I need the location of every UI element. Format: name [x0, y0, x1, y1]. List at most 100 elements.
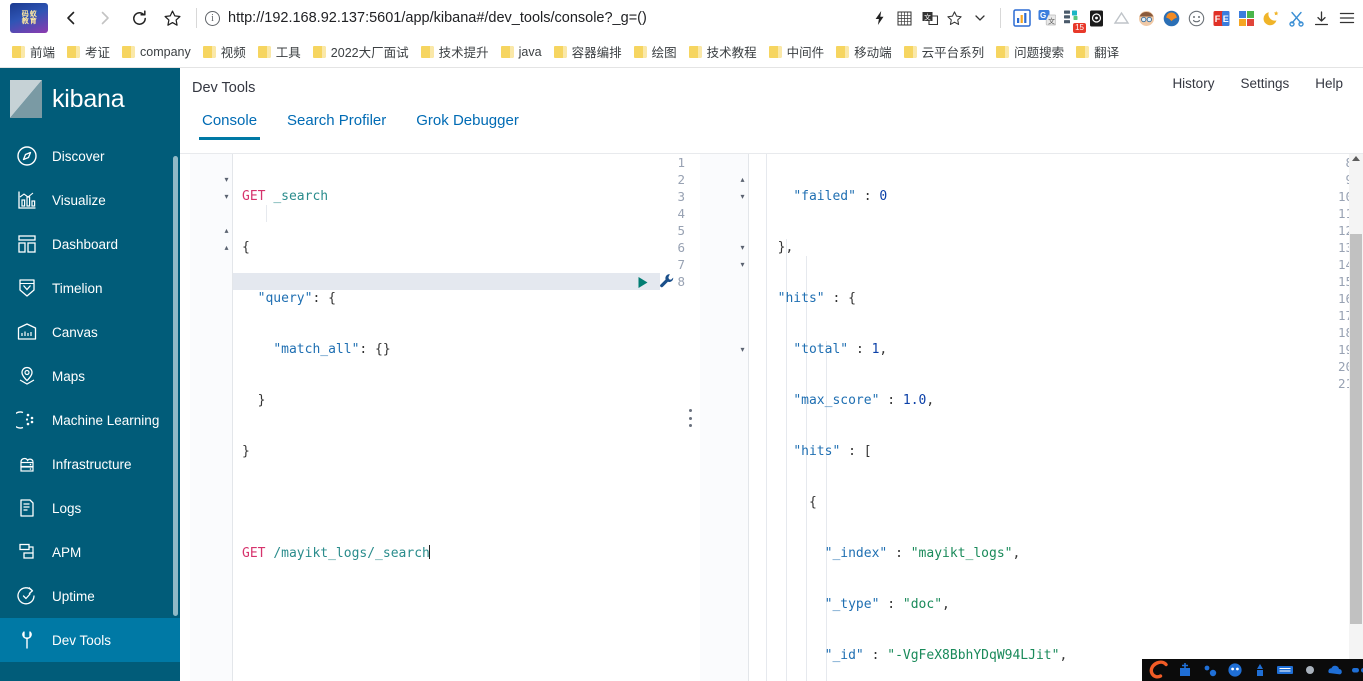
editor-code[interactable]: GET _search { "query": { "match_all": {}…	[242, 154, 430, 596]
help-button[interactable]: Help	[1315, 76, 1343, 91]
keyboard-icon[interactable]	[1274, 661, 1296, 679]
code-line: "query": {	[257, 291, 336, 306]
bookmark-item[interactable]: 翻译	[1070, 40, 1125, 64]
tab-search-profiler[interactable]: Search Profiler	[287, 112, 386, 140]
app-icon-3[interactable]	[1224, 661, 1246, 679]
address-bar[interactable]: i http://192.168.92.137:5601/app/kibana#…	[205, 3, 867, 33]
sidebar-item-dev-tools[interactable]: Dev Tools	[0, 618, 180, 662]
fold-toggle[interactable]: ▾	[222, 188, 231, 205]
sidebar-item-maps[interactable]: Maps	[0, 354, 180, 398]
bookmark-item[interactable]: 工具	[252, 40, 307, 64]
toolbar-divider-2	[1000, 8, 1001, 28]
app-icon-1[interactable]	[1174, 661, 1196, 679]
bookmark-item[interactable]: 绘图	[628, 40, 683, 64]
bookmark-item[interactable]: 中间件	[763, 40, 831, 64]
organize-tabs-icon[interactable]: 15	[1059, 5, 1086, 33]
request-editor[interactable]: 1 2 3 4 5 6 7 8 ▾ ▾ ▴ ▴ GET _search { "q…	[190, 154, 695, 681]
forward-button[interactable]	[88, 3, 122, 33]
output-scrollbar[interactable]	[1349, 154, 1363, 681]
bookmark-item[interactable]: 问题搜索	[990, 40, 1070, 64]
sidebar-item-canvas[interactable]: Canvas	[0, 310, 180, 354]
response-output[interactable]: 8 9 10 11 12 13 14 15 16 17 18 19 20 21 …	[700, 154, 1363, 681]
grid-icon[interactable]	[892, 5, 917, 31]
scrollbar-thumb[interactable]	[1350, 234, 1362, 624]
sidebar-item-machine-learning[interactable]: Machine Learning	[0, 398, 180, 442]
lightning-icon[interactable]	[867, 5, 892, 31]
scroll-up-arrow-icon[interactable]	[1352, 156, 1360, 161]
bookmark-item[interactable]: 视频	[197, 40, 252, 64]
colorful-squares-icon[interactable]	[1234, 5, 1259, 31]
sidebar-item-logs[interactable]: Logs	[0, 486, 180, 530]
splitter-handle[interactable]	[689, 409, 693, 427]
cloud-icon[interactable]	[1324, 661, 1346, 679]
fold-toggle[interactable]: ▾	[738, 341, 747, 358]
fold-toggle[interactable]: ▴	[222, 239, 231, 256]
bookmark-label: 移动端	[854, 46, 892, 60]
tab-console[interactable]: Console	[198, 112, 261, 140]
folder-icon	[67, 45, 81, 58]
app-icon-2[interactable]	[1199, 661, 1221, 679]
link-icon[interactable]	[1349, 661, 1363, 679]
sidebar-scrollbar[interactable]	[173, 156, 178, 616]
bookmark-item[interactable]: 技术教程	[683, 40, 763, 64]
google-translate-icon[interactable]: G文	[1034, 5, 1059, 31]
scissors-icon[interactable]	[1284, 5, 1309, 31]
chevron-down-icon[interactable]	[967, 5, 992, 31]
output-code[interactable]: "failed" : 0 }, "hits" : { "total" : 1, …	[762, 154, 1349, 681]
panel-splitter[interactable]	[680, 154, 702, 681]
console-area: 1 2 3 4 5 6 7 8 ▾ ▾ ▴ ▴ GET _search { "q…	[180, 154, 1363, 681]
dot-icon[interactable]	[1299, 661, 1321, 679]
avatar-orange-icon[interactable]	[1159, 5, 1184, 31]
settings-button[interactable]: Settings	[1240, 76, 1289, 91]
apm-icon	[14, 539, 40, 565]
sidebar-item-timelion[interactable]: Timelion	[0, 266, 180, 310]
sidebar-item-discover[interactable]: Discover	[0, 134, 180, 178]
fold-toggle[interactable]: ▾	[738, 188, 747, 205]
moon-icon[interactable]	[1259, 5, 1284, 31]
fe-icon[interactable]: FE	[1209, 5, 1234, 31]
site-info-icon[interactable]: i	[205, 10, 220, 26]
tab-grok-debugger[interactable]: Grok Debugger	[416, 112, 519, 140]
screenshot-icon[interactable]	[1084, 5, 1109, 31]
fold-toggle[interactable]: ▾	[222, 171, 231, 188]
fold-toggle[interactable]: ▾	[738, 239, 747, 256]
sogou-icon[interactable]	[1145, 660, 1171, 680]
star-outline-icon[interactable]	[942, 5, 967, 31]
menu-icon[interactable]	[1334, 5, 1359, 31]
fold-toggle[interactable]: ▴	[222, 222, 231, 239]
chart-extension-icon[interactable]	[1009, 5, 1034, 31]
request-options-button[interactable]	[658, 272, 676, 290]
sidebar-item-dashboard[interactable]: Dashboard	[0, 222, 180, 266]
bookmark-item[interactable]: 2022大厂面试	[307, 40, 415, 64]
bookmark-item[interactable]: company	[116, 40, 197, 64]
history-button[interactable]: History	[1172, 76, 1214, 91]
back-button[interactable]	[54, 3, 88, 33]
bookmark-label: 技术提升	[438, 46, 489, 60]
app-icon-4[interactable]	[1249, 661, 1271, 679]
sidebar-item-visualize[interactable]: Visualize	[0, 178, 180, 222]
bookmark-item[interactable]: 前端	[6, 40, 61, 64]
avatar-glasses-icon[interactable]	[1134, 5, 1159, 31]
fold-toggle[interactable]: ▾	[738, 256, 747, 273]
reload-button[interactable]	[122, 3, 156, 33]
fold-toggle[interactable]: ▴	[738, 171, 747, 188]
bookmark-item[interactable]: 云平台系列	[898, 40, 991, 64]
code-line: GET /mayikt_logs/_search	[242, 545, 430, 562]
bookmark-item[interactable]: 容器编排	[548, 40, 628, 64]
bookmark-item[interactable]: 考证	[61, 40, 116, 64]
download-icon[interactable]	[1309, 5, 1334, 31]
sidebar-item-infrastructure[interactable]: Infrastructure	[0, 442, 180, 486]
translate-capture-icon[interactable]: 文	[917, 5, 942, 31]
bookmark-item[interactable]: 技术提升	[415, 40, 495, 64]
run-request-button[interactable]	[633, 273, 651, 291]
bookmark-star-icon[interactable]	[156, 3, 188, 33]
bookmark-item[interactable]: java	[495, 40, 548, 64]
folder-icon	[768, 45, 782, 58]
code-line: },	[777, 240, 794, 255]
bookmark-label: 容器编排	[571, 46, 622, 60]
sidebar-item-apm[interactable]: APM	[0, 530, 180, 574]
smiley-icon[interactable]	[1184, 5, 1209, 31]
bookmark-item[interactable]: 移动端	[830, 40, 898, 64]
adguard-icon[interactable]	[1109, 5, 1134, 31]
sidebar-item-uptime[interactable]: Uptime	[0, 574, 180, 618]
